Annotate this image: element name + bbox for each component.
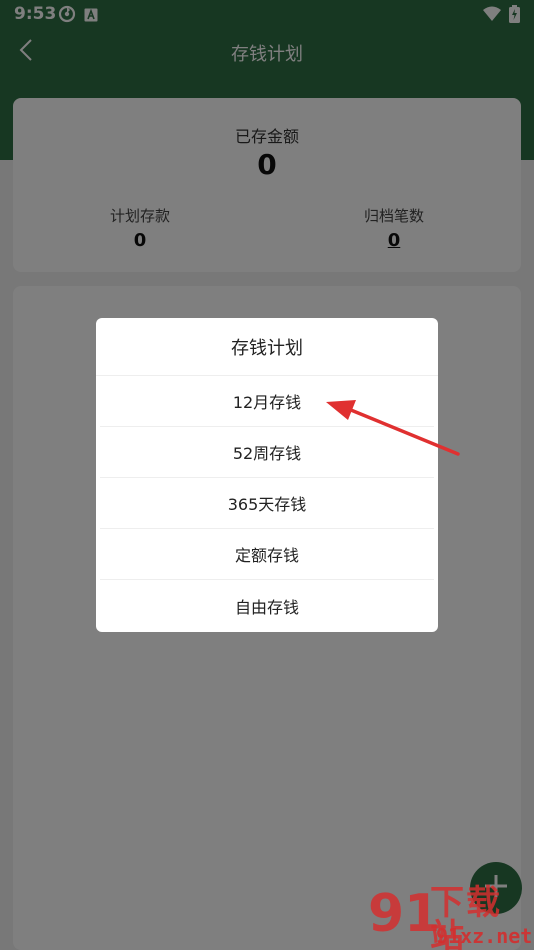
watermark-url: 91xz.net — [436, 924, 533, 948]
annotation-arrow — [318, 390, 468, 462]
option-free[interactable]: 自由存钱 — [100, 580, 434, 631]
option-365-day[interactable]: 365天存钱 — [100, 478, 434, 529]
app-screen: 9:53 存钱计划 已存金额 0 计 — [0, 0, 534, 950]
option-fixed-amount[interactable]: 定额存钱 — [100, 529, 434, 580]
dialog-title: 存钱计划 — [96, 318, 438, 376]
watermark: 91 下载站 91xz.net — [360, 880, 534, 950]
plan-type-dialog: 存钱计划 12月存钱 52周存钱 365天存钱 定额存钱 自由存钱 — [96, 318, 438, 632]
